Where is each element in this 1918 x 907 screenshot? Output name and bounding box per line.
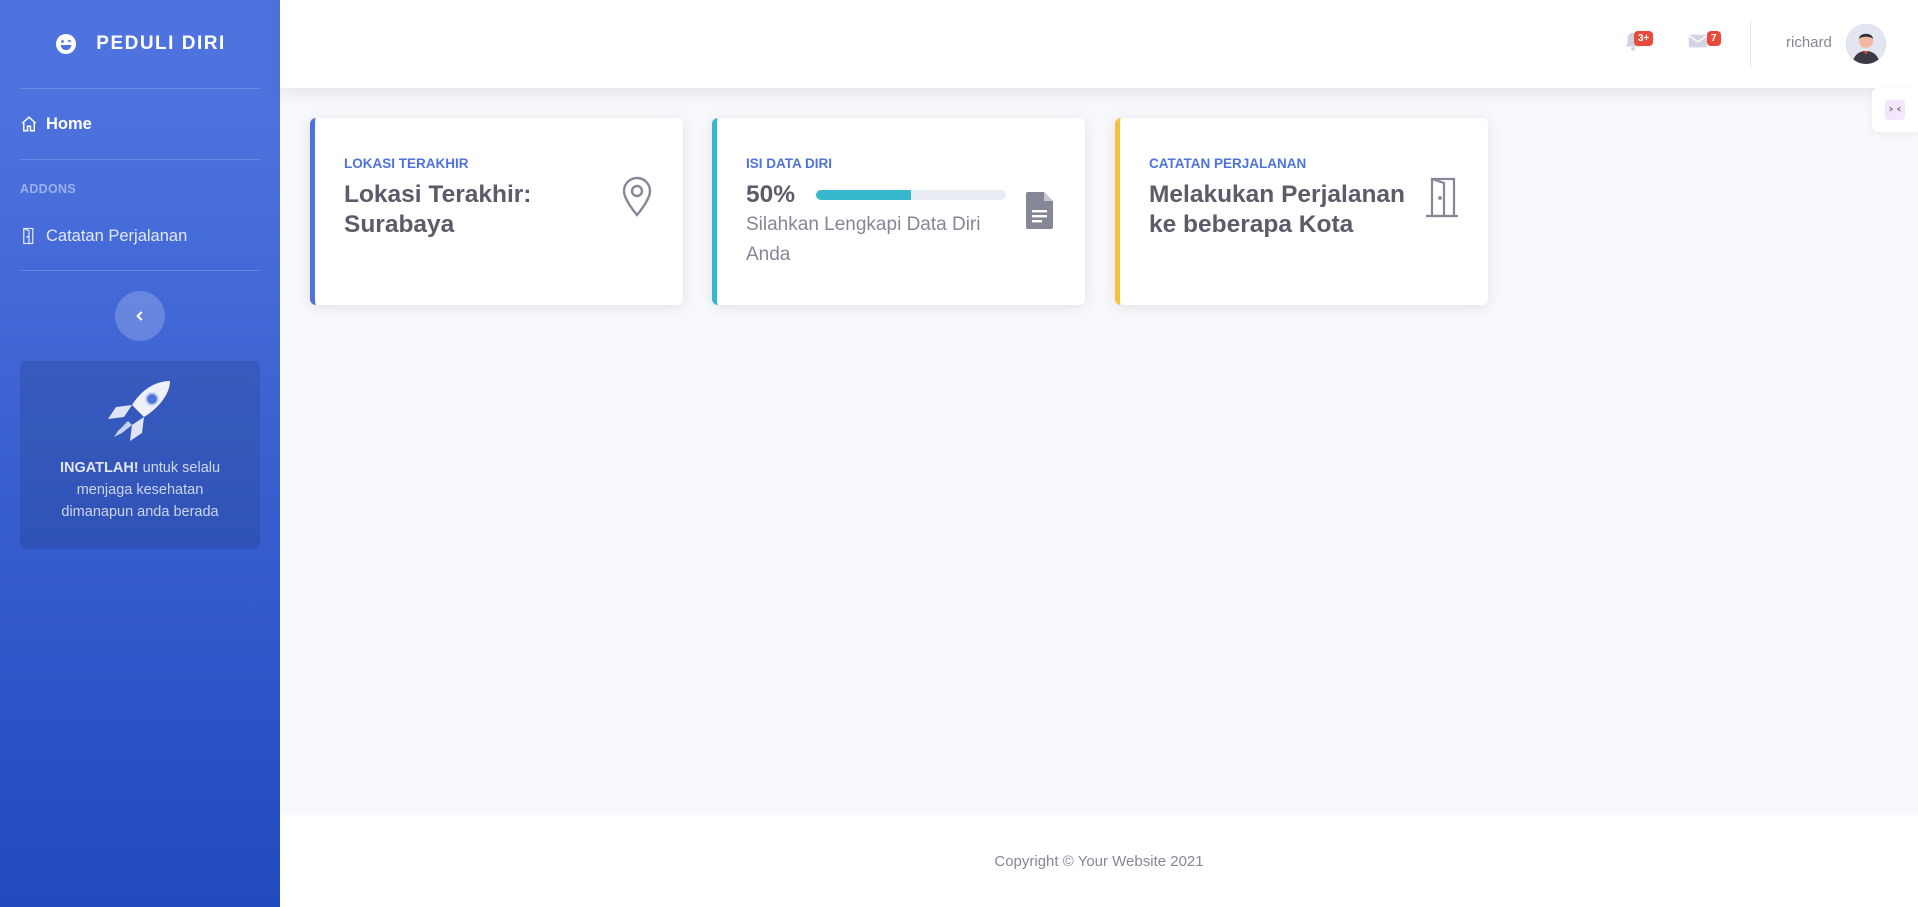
reminder-text: INGATLAH! untuk selalu menjaga kesehatan… <box>40 457 240 523</box>
rocket-icon <box>108 381 170 441</box>
door-open-icon <box>1426 177 1458 218</box>
door-open-icon <box>23 227 34 245</box>
envelope-icon[interactable] <box>1687 30 1709 52</box>
progress-bar <box>816 190 1006 200</box>
sidebar-brand[interactable]: PEDULI DIRI <box>0 0 280 88</box>
sidebar-item-label: Catatan Perjalanan <box>46 226 188 245</box>
user-avatar-icon <box>1846 24 1886 64</box>
topbar-divider <box>1750 20 1751 68</box>
chevron-left-icon <box>136 311 143 321</box>
card-lokasi-terakhir: LOKASI TERAKHIR Lokasi Terakhir: Surabay… <box>310 118 683 305</box>
sidebar-item-catatan[interactable]: Catatan Perjalanan <box>0 202 280 270</box>
alerts-badge: 3+ <box>1634 31 1654 46</box>
card-value: Lokasi Terakhir: Surabaya <box>344 181 532 238</box>
messages-badge: 7 <box>1707 31 1721 46</box>
user-name[interactable]: richard <box>1786 34 1832 51</box>
sidebar-item-home[interactable]: Home <box>0 89 280 159</box>
footer: Copyright © Your Website 2021 <box>280 815 1918 907</box>
copyright-text: Copyright © Your Website 2021 <box>994 852 1204 870</box>
reminder-strong: INGATLAH! <box>59 460 139 476</box>
card-percent: 50% <box>746 181 796 208</box>
card-label: LOKASI TERAKHIR <box>344 156 469 171</box>
sidebar-item-label: Home <box>46 114 92 133</box>
progress-fill <box>816 190 911 200</box>
laugh-wink-icon <box>56 34 77 54</box>
code-icon <box>1884 99 1906 121</box>
topbar <box>280 0 1918 88</box>
sidebar-reminder-card: INGATLAH! untuk selalu menjaga kesehatan… <box>20 361 260 549</box>
map-marker-icon <box>622 176 652 217</box>
home-icon <box>21 116 37 132</box>
card-catatan-perjalanan: CATATAN PERJALANAN Melakukan Perjalanan … <box>1115 118 1488 305</box>
corner-widget[interactable] <box>1872 88 1918 132</box>
sidebar: PEDULI DIRI Home Addons Catatan Perjalan… <box>0 0 280 907</box>
sidebar-heading-addons: Addons <box>20 182 76 196</box>
brand-name: PEDULI DIRI <box>96 33 226 54</box>
file-alt-icon <box>1026 192 1053 229</box>
sidebar-toggle-button[interactable] <box>115 291 165 341</box>
avatar[interactable] <box>1846 24 1886 64</box>
card-value: Melakukan Perjalanan ke beberapa Kota <box>1149 181 1406 238</box>
card-label: ISI DATA DIRI <box>746 156 832 171</box>
card-label: CATATAN PERJALANAN <box>1149 156 1307 171</box>
card-description: Silahkan Lengkapi Data Diri Anda <box>746 214 981 265</box>
card-isi-data-diri: ISI DATA DIRI 50% Silahkan Lengkapi Data… <box>712 118 1085 305</box>
